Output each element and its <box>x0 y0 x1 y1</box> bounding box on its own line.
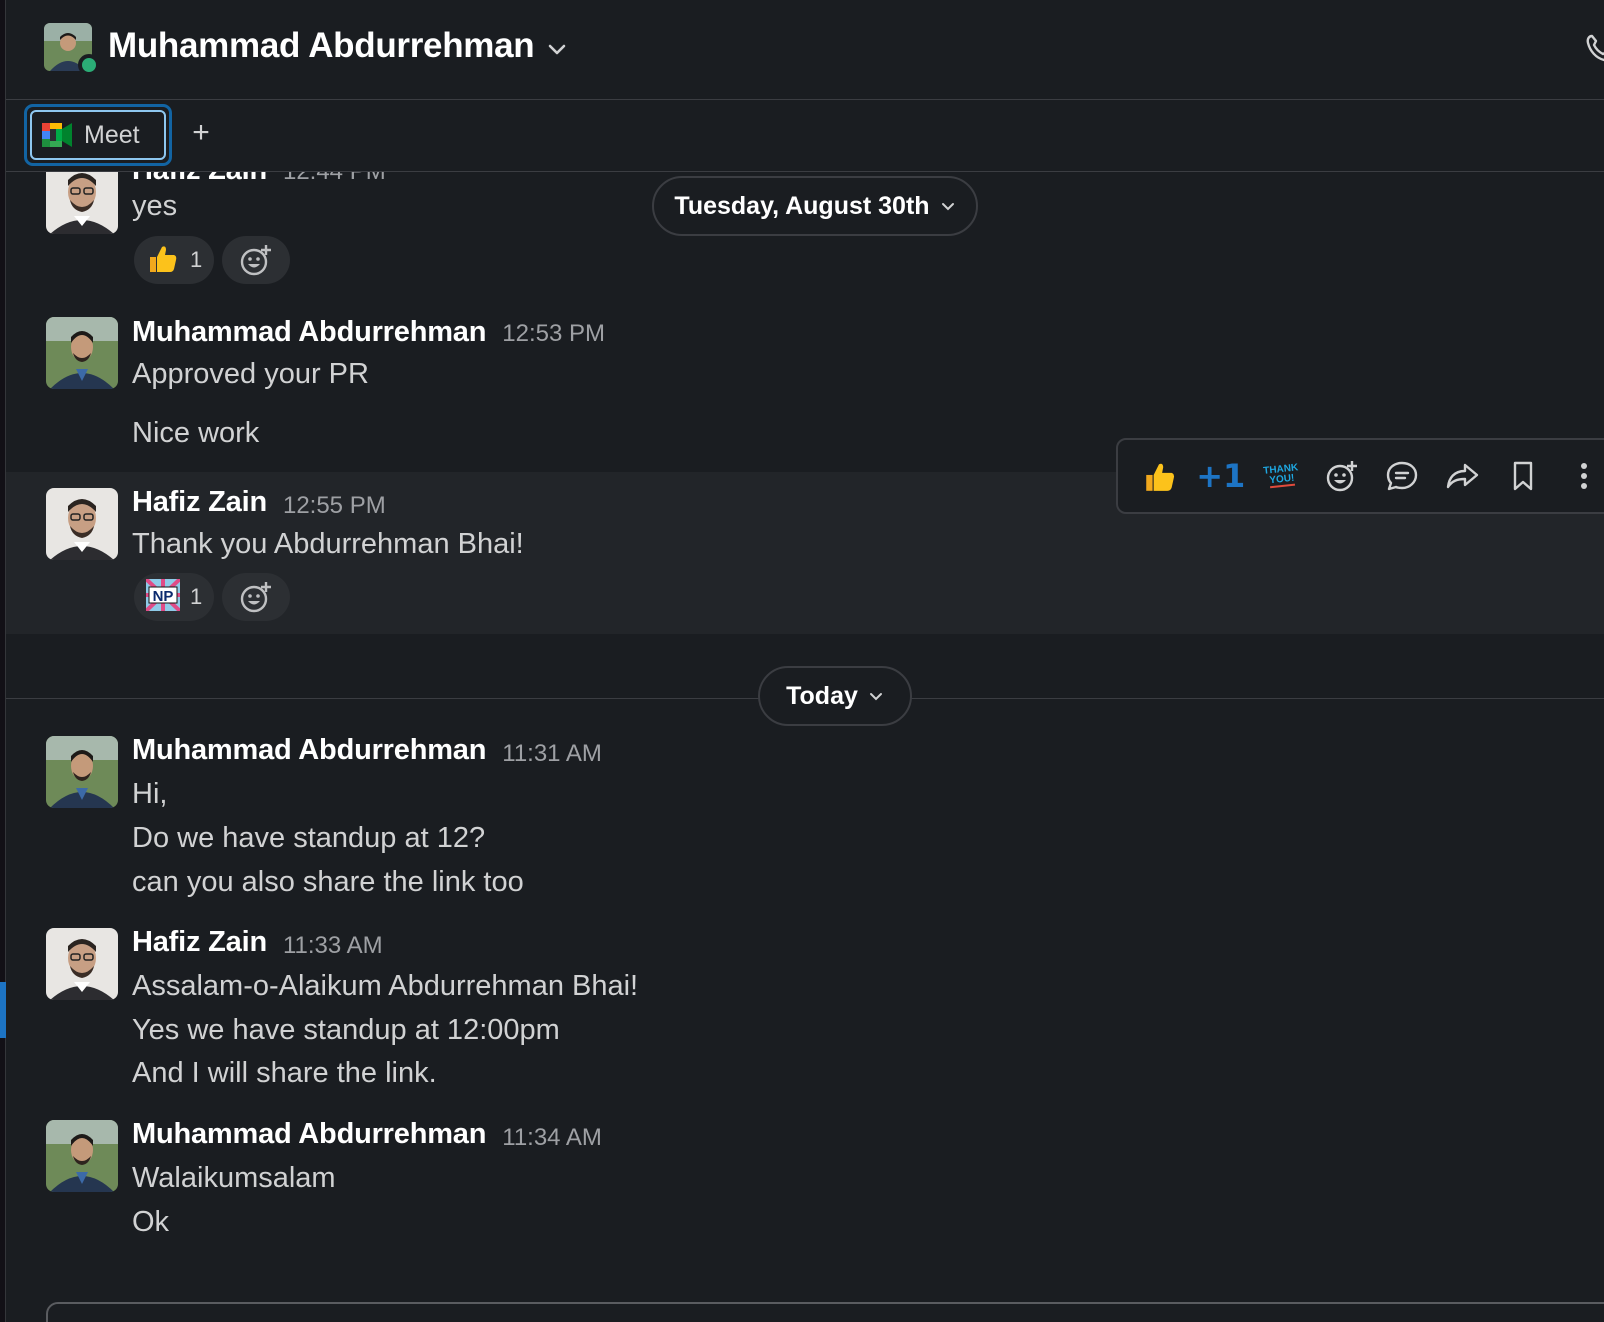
message-item[interactable]: Muhammad Abdurrehman 11:34 AM Walaikumsa… <box>6 1116 1604 1256</box>
save-for-later-button[interactable] <box>1493 446 1554 506</box>
date-divider-label: Today <box>786 681 858 710</box>
chevron-down-icon <box>869 693 882 701</box>
quick-reaction-thank-you-button[interactable]: THANK YOU! <box>1251 446 1312 506</box>
reaction-count: 1 <box>190 247 203 272</box>
phone-icon[interactable] <box>1584 32 1604 64</box>
presence-online-icon <box>78 54 100 76</box>
more-actions-button[interactable] <box>1554 446 1604 506</box>
author-name[interactable]: Muhammad Abdurrehman <box>132 1118 486 1151</box>
add-reaction-icon <box>1326 461 1357 492</box>
message-actions-toolbar: +1 THANK YOU! <box>1116 438 1604 514</box>
more-vertical-icon <box>1580 463 1587 489</box>
thank-you-icon: THANK YOU! <box>1262 462 1299 489</box>
np-badge-icon: NP <box>144 577 182 616</box>
add-tab-button[interactable]: + <box>184 116 218 150</box>
message-text: can you also share the link too <box>132 866 524 898</box>
bookmark-icon <box>1514 461 1533 491</box>
message-text: Ok <box>132 1206 170 1238</box>
message-text: Approved your PR <box>132 358 369 390</box>
avatar[interactable] <box>46 488 118 560</box>
chat-window: Muhammad Abdurrehman Meet + Tuesday, Aug… <box>0 0 1604 1322</box>
message-timestamp[interactable]: 12:55 PM <box>283 492 386 520</box>
reaction-np[interactable]: NP 1 <box>134 573 215 621</box>
author-name[interactable]: Hafiz Zain <box>132 926 267 959</box>
message-text: yes <box>132 190 178 222</box>
message-composer[interactable] <box>46 1302 1604 1322</box>
add-reaction-button[interactable] <box>1312 446 1373 506</box>
svg-text:NP: NP <box>153 588 174 605</box>
author-name[interactable]: Muhammad Abdurrehman <box>132 316 486 349</box>
add-reaction-icon <box>240 245 271 276</box>
thread-icon <box>1387 461 1418 491</box>
reaction-thumbs-up[interactable]: 1 <box>134 236 215 284</box>
chevron-down-icon[interactable] <box>544 36 570 62</box>
message-text: And I will share the link. <box>132 1057 437 1089</box>
channel-tabs: Meet + <box>6 100 1604 172</box>
message-timestamp[interactable]: 12:44 PM <box>283 172 386 186</box>
message-text: Assalam-o-Alaikum Abdurrehman Bhai! <box>132 970 639 1002</box>
message-text: Thank you Abdurrehman Bhai! <box>132 528 524 560</box>
message-text: Do we have standup at 12? <box>132 822 486 854</box>
message-timestamp[interactable]: 11:34 AM <box>502 1124 602 1152</box>
avatar[interactable] <box>46 317 118 389</box>
channel-header: Muhammad Abdurrehman <box>6 0 1604 100</box>
tab-meet[interactable]: Meet <box>24 104 172 166</box>
message-text: Hi, <box>132 778 168 810</box>
tab-meet-label: Meet <box>84 120 140 149</box>
message-item[interactable]: Hafiz Zain 12:44 PM yes 1 <box>6 172 1604 300</box>
author-name[interactable]: Hafiz Zain <box>132 172 267 187</box>
add-reaction-button[interactable] <box>222 236 290 284</box>
share-icon <box>1446 463 1478 489</box>
add-reaction-button[interactable] <box>222 573 290 621</box>
avatar[interactable] <box>46 928 118 1000</box>
add-reaction-icon <box>240 582 271 613</box>
reply-in-thread-button[interactable] <box>1372 446 1433 506</box>
message-timestamp[interactable]: 12:53 PM <box>502 320 605 348</box>
author-name[interactable]: Muhammad Abdurrehman <box>132 734 486 767</box>
avatar[interactable] <box>46 736 118 808</box>
message-timestamp[interactable]: 11:31 AM <box>502 740 602 768</box>
avatar[interactable] <box>46 1120 118 1192</box>
quick-reaction-plus-one-button[interactable]: +1 <box>1191 446 1252 506</box>
thumbs-up-icon <box>1146 463 1175 491</box>
message-item[interactable]: Muhammad Abdurrehman 11:31 AM Hi, Do we … <box>6 732 1604 912</box>
share-message-button[interactable] <box>1433 446 1494 506</box>
page-title[interactable]: Muhammad Abdurrehman <box>108 26 535 66</box>
date-divider[interactable]: Today <box>758 666 912 726</box>
thumbs-up-icon <box>146 241 180 280</box>
avatar[interactable] <box>46 172 118 234</box>
message-item[interactable]: Hafiz Zain 11:33 AM Assalam-o-Alaikum Ab… <box>6 924 1604 1100</box>
message-text: Walaikumsalam <box>132 1162 336 1194</box>
message-text: Yes we have standup at 12:00pm <box>132 1014 560 1046</box>
plus-one-icon: +1 <box>1196 457 1246 495</box>
quick-reaction-thumbs-up-button[interactable] <box>1130 446 1191 506</box>
message-list: Tuesday, August 30th Hafiz Zain 12:44 PM <box>6 172 1604 1322</box>
reaction-count: 1 <box>190 584 203 609</box>
message-timestamp[interactable]: 11:33 AM <box>283 932 383 960</box>
author-name[interactable]: Hafiz Zain <box>132 486 267 519</box>
message-text: Nice work <box>132 417 260 449</box>
google-meet-icon <box>42 123 72 147</box>
